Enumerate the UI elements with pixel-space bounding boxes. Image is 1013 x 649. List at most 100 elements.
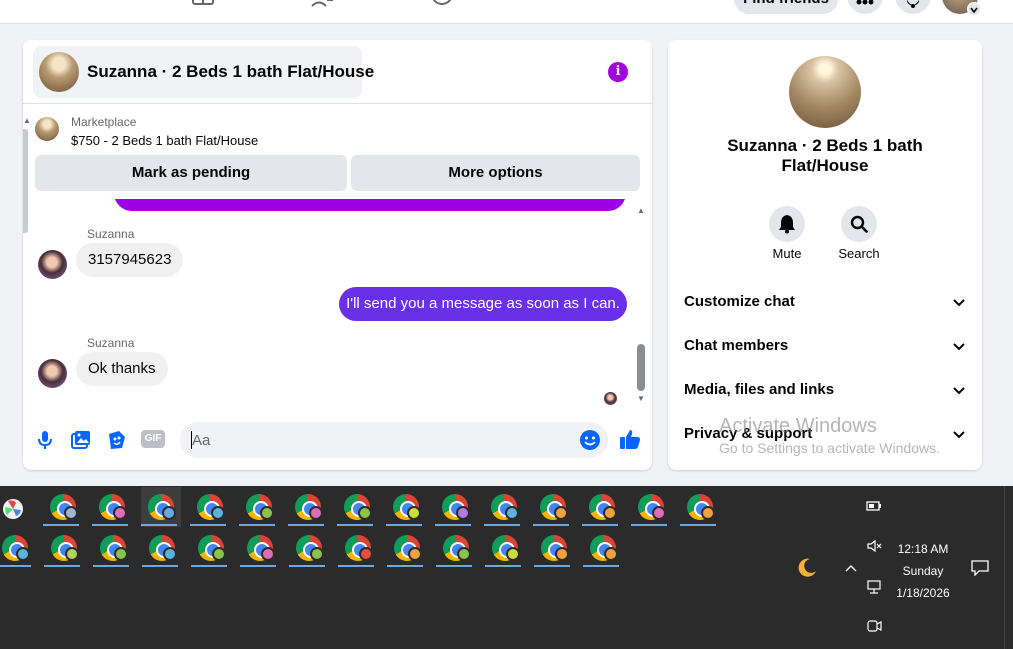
show-desktop-edge[interactable] <box>1004 486 1005 649</box>
running-indicator <box>141 524 177 526</box>
taskbar-chrome-profile-button[interactable] <box>190 487 230 527</box>
profile-badge-icon <box>554 506 568 520</box>
taskbar-chrome-profile-button[interactable] <box>44 528 84 568</box>
taskbar-chrome-profile-button[interactable] <box>289 528 329 568</box>
taskbar-chrome-profile-button[interactable] <box>239 487 279 527</box>
taskbar-chrome-profile-button[interactable] <box>338 528 378 568</box>
gif-button[interactable]: GIF <box>141 430 165 448</box>
sender-avatar[interactable] <box>38 250 67 279</box>
profile-badge-icon <box>260 506 274 520</box>
watermark-title: Activate Windows <box>719 415 877 437</box>
thumbs-up-icon[interactable] <box>618 427 642 451</box>
find-friends-button[interactable]: Find friends <box>734 0 838 14</box>
search-label: Search <box>838 246 880 261</box>
chat-members-section[interactable]: Chat members <box>684 334 966 358</box>
running-indicator <box>485 565 521 567</box>
message-scrollbar[interactable]: ▲ ▼ <box>633 206 649 404</box>
emoji-icon[interactable] <box>579 429 601 451</box>
taskbar-chrome-profile-button[interactable] <box>533 487 573 527</box>
system-clock[interactable]: 12:18 AM Sunday 1/18/2026 <box>888 538 958 604</box>
message-bubble-incoming[interactable]: 3157945623 <box>76 243 184 277</box>
more-options-button[interactable]: More options <box>351 155 640 191</box>
taskbar-chrome-profile-button[interactable] <box>387 528 427 568</box>
running-indicator <box>43 524 79 526</box>
media-files-links-section[interactable]: Media, files and links <box>684 378 966 402</box>
running-indicator <box>190 524 226 526</box>
listing-thumbnail[interactable] <box>35 117 59 141</box>
taskbar-chrome-profile-button[interactable] <box>582 487 622 527</box>
message-input[interactable] <box>192 430 572 450</box>
taskbar-chrome-profile-button[interactable] <box>386 487 426 527</box>
chat-header-button[interactable]: Suzanna · 2 Beds 1 bath Flat/House <box>33 46 374 98</box>
chevron-down-icon <box>970 7 978 14</box>
account-menu-chevron[interactable] <box>967 2 981 16</box>
profile-badge-icon <box>163 547 177 561</box>
conversation-info-icon[interactable]: i <box>608 62 628 82</box>
listing-price-title[interactable]: $750 - 2 Beds 1 bath Flat/House <box>71 133 258 148</box>
marketplace-label: Marketplace <box>71 115 137 129</box>
notifications-button[interactable] <box>895 0 931 14</box>
gaming-nav-icon[interactable] <box>430 0 454 8</box>
taskbar-chrome-profile-button[interactable] <box>0 528 35 568</box>
meet-now-icon[interactable] <box>866 618 882 634</box>
taskbar-chrome-profile-button[interactable] <box>191 528 231 568</box>
message-bubble-incoming[interactable]: Ok thanks <box>76 352 168 386</box>
taskbar-chrome-profile-button[interactable] <box>436 528 476 568</box>
show-hidden-icons-chevron-up-icon[interactable] <box>843 560 859 576</box>
profile-badge-icon <box>162 506 176 520</box>
running-indicator <box>435 524 471 526</box>
taskbar-chrome-profile-button[interactable] <box>337 487 377 527</box>
taskbar-chrome-profile-button[interactable] <box>288 487 328 527</box>
taskbar-chrome-profile-button[interactable] <box>141 487 181 527</box>
photo-icon[interactable] <box>69 428 93 452</box>
running-indicator <box>337 524 373 526</box>
profile-badge-icon <box>261 547 275 561</box>
taskbar-chrome-profile-button[interactable] <box>485 528 525 568</box>
left-scroll-arrow-icon[interactable]: ▲ <box>23 116 31 125</box>
taskbar-chrome-profile-button[interactable] <box>93 528 133 568</box>
taskbar-chrome-profile-button[interactable] <box>680 487 720 527</box>
notification-center-icon[interactable] <box>971 560 989 576</box>
network-icon[interactable] <box>866 579 882 595</box>
taskbar-chrome-profile-button[interactable] <box>631 487 671 527</box>
marketplace-nav-icon[interactable] <box>191 0 215 8</box>
running-indicator <box>93 565 129 567</box>
profile-avatar[interactable] <box>789 56 861 128</box>
message-list: Suzanna 3157945623 I'll send you a messa… <box>23 199 652 410</box>
search-button[interactable] <box>841 206 877 242</box>
taskbar-chrome-profile-button[interactable] <box>435 487 475 527</box>
battery-icon[interactable] <box>866 498 882 514</box>
read-receipt-avatar <box>604 392 617 405</box>
taskbar-chrome-profile-button[interactable] <box>142 528 182 568</box>
scroll-down-arrow-icon[interactable]: ▼ <box>637 394 645 403</box>
groups-nav-icon[interactable] <box>310 0 334 8</box>
message-input-container[interactable] <box>180 422 608 458</box>
taskbar-chrome-profile-button[interactable] <box>583 528 623 568</box>
profile-badge-icon <box>701 506 715 520</box>
message-scrollbar-thumb[interactable] <box>637 344 645 391</box>
microphone-icon[interactable] <box>33 428 57 452</box>
running-indicator <box>288 524 324 526</box>
sticker-icon[interactable] <box>105 428 129 452</box>
taskbar-chrome-profile-button[interactable] <box>92 487 132 527</box>
sender-avatar[interactable] <box>38 359 67 388</box>
customize-chat-section[interactable]: Customize chat <box>684 290 966 314</box>
menu-grid-button[interactable] <box>847 0 883 14</box>
chevron-down-icon <box>953 343 965 351</box>
scroll-up-arrow-icon[interactable]: ▲ <box>637 206 645 215</box>
message-bubble-outgoing[interactable]: I'll send you a message as soon as I can… <box>339 287 627 321</box>
night-light-moon-icon[interactable] <box>795 556 819 580</box>
speaker-muted-icon[interactable] <box>866 538 882 554</box>
taskbar-app-icons <box>0 486 780 586</box>
menu-grid-icon <box>856 0 874 5</box>
taskbar-chrome-profile-button[interactable] <box>484 487 524 527</box>
running-indicator <box>583 565 619 567</box>
app-fan-icon[interactable] <box>0 496 26 522</box>
clock-time: 12:18 AM <box>897 542 949 556</box>
taskbar-chrome-profile-button[interactable] <box>43 487 83 527</box>
taskbar-chrome-profile-button[interactable] <box>534 528 574 568</box>
profile-name: Suzanna · 2 Beds 1 bath Flat/House <box>727 136 923 175</box>
mute-button[interactable] <box>769 206 805 242</box>
mark-as-pending-button[interactable]: Mark as pending <box>35 155 347 191</box>
taskbar-chrome-profile-button[interactable] <box>240 528 280 568</box>
